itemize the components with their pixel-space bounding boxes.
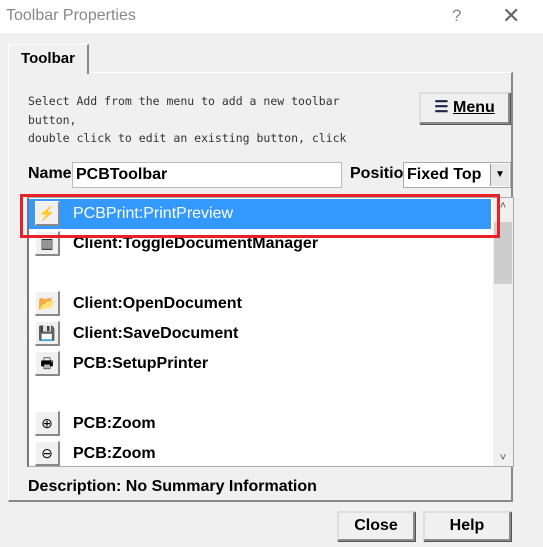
list-item-label: PCB:Zoom <box>73 445 156 462</box>
position-label: Position <box>350 165 403 182</box>
toolbar-button-icon: 🖶 <box>35 351 60 376</box>
toolbar-button-icon: ⊖ <box>35 441 60 466</box>
menu-button-label: Menu <box>453 99 495 116</box>
close-button[interactable]: Close <box>337 511 415 541</box>
name-input[interactable]: PCBToolbar <box>72 162 342 188</box>
list-item[interactable]: 💾 Client:SaveDocument <box>29 319 491 349</box>
list-item-label: PCB:Zoom <box>73 415 156 432</box>
close-icon[interactable]: ✕ <box>502 3 520 29</box>
chevron-down-icon[interactable]: ▼ <box>490 164 509 186</box>
list-separator <box>29 379 491 409</box>
list-item-label: Client:OpenDocument <box>73 295 242 312</box>
list-item[interactable]: 📂 Client:OpenDocument <box>29 289 491 319</box>
list-item-label: PCB:SetupPrinter <box>73 355 209 372</box>
scrollbar[interactable]: ˄ ˅ <box>493 198 513 466</box>
tab-toolbar[interactable]: Toolbar <box>8 44 89 74</box>
list-item-label: Client:SaveDocument <box>73 325 239 342</box>
menu-list-icon: ☰ <box>434 99 453 116</box>
list-separator <box>29 259 491 289</box>
description-text: Description: No Summary Information <box>28 478 317 495</box>
help-icon[interactable]: ? <box>452 6 461 26</box>
toolbar-button-icon: ⊕ <box>35 411 60 436</box>
position-select[interactable]: Fixed Top ▼ <box>403 162 511 188</box>
toolbar-button-icon: 📂 <box>35 291 60 316</box>
name-label: Name <box>28 165 72 182</box>
list-item[interactable]: ⊖ PCB:Zoom <box>29 439 491 466</box>
instructions-text: Select Add from the menu to add a new to… <box>28 94 347 145</box>
position-value: Fixed Top <box>407 166 482 183</box>
help-button[interactable]: Help <box>423 511 511 541</box>
scroll-down-icon[interactable]: ˅ <box>493 452 513 464</box>
list-item[interactable]: ⊕ PCB:Zoom <box>29 409 491 439</box>
menu-button[interactable]: ☰ Menu <box>419 92 510 124</box>
highlight-box <box>20 194 500 238</box>
toolbar-button-icon: 💾 <box>35 321 60 346</box>
list-item[interactable]: 🖶 PCB:SetupPrinter <box>29 349 491 379</box>
window-title: Toolbar Properties <box>6 7 136 24</box>
